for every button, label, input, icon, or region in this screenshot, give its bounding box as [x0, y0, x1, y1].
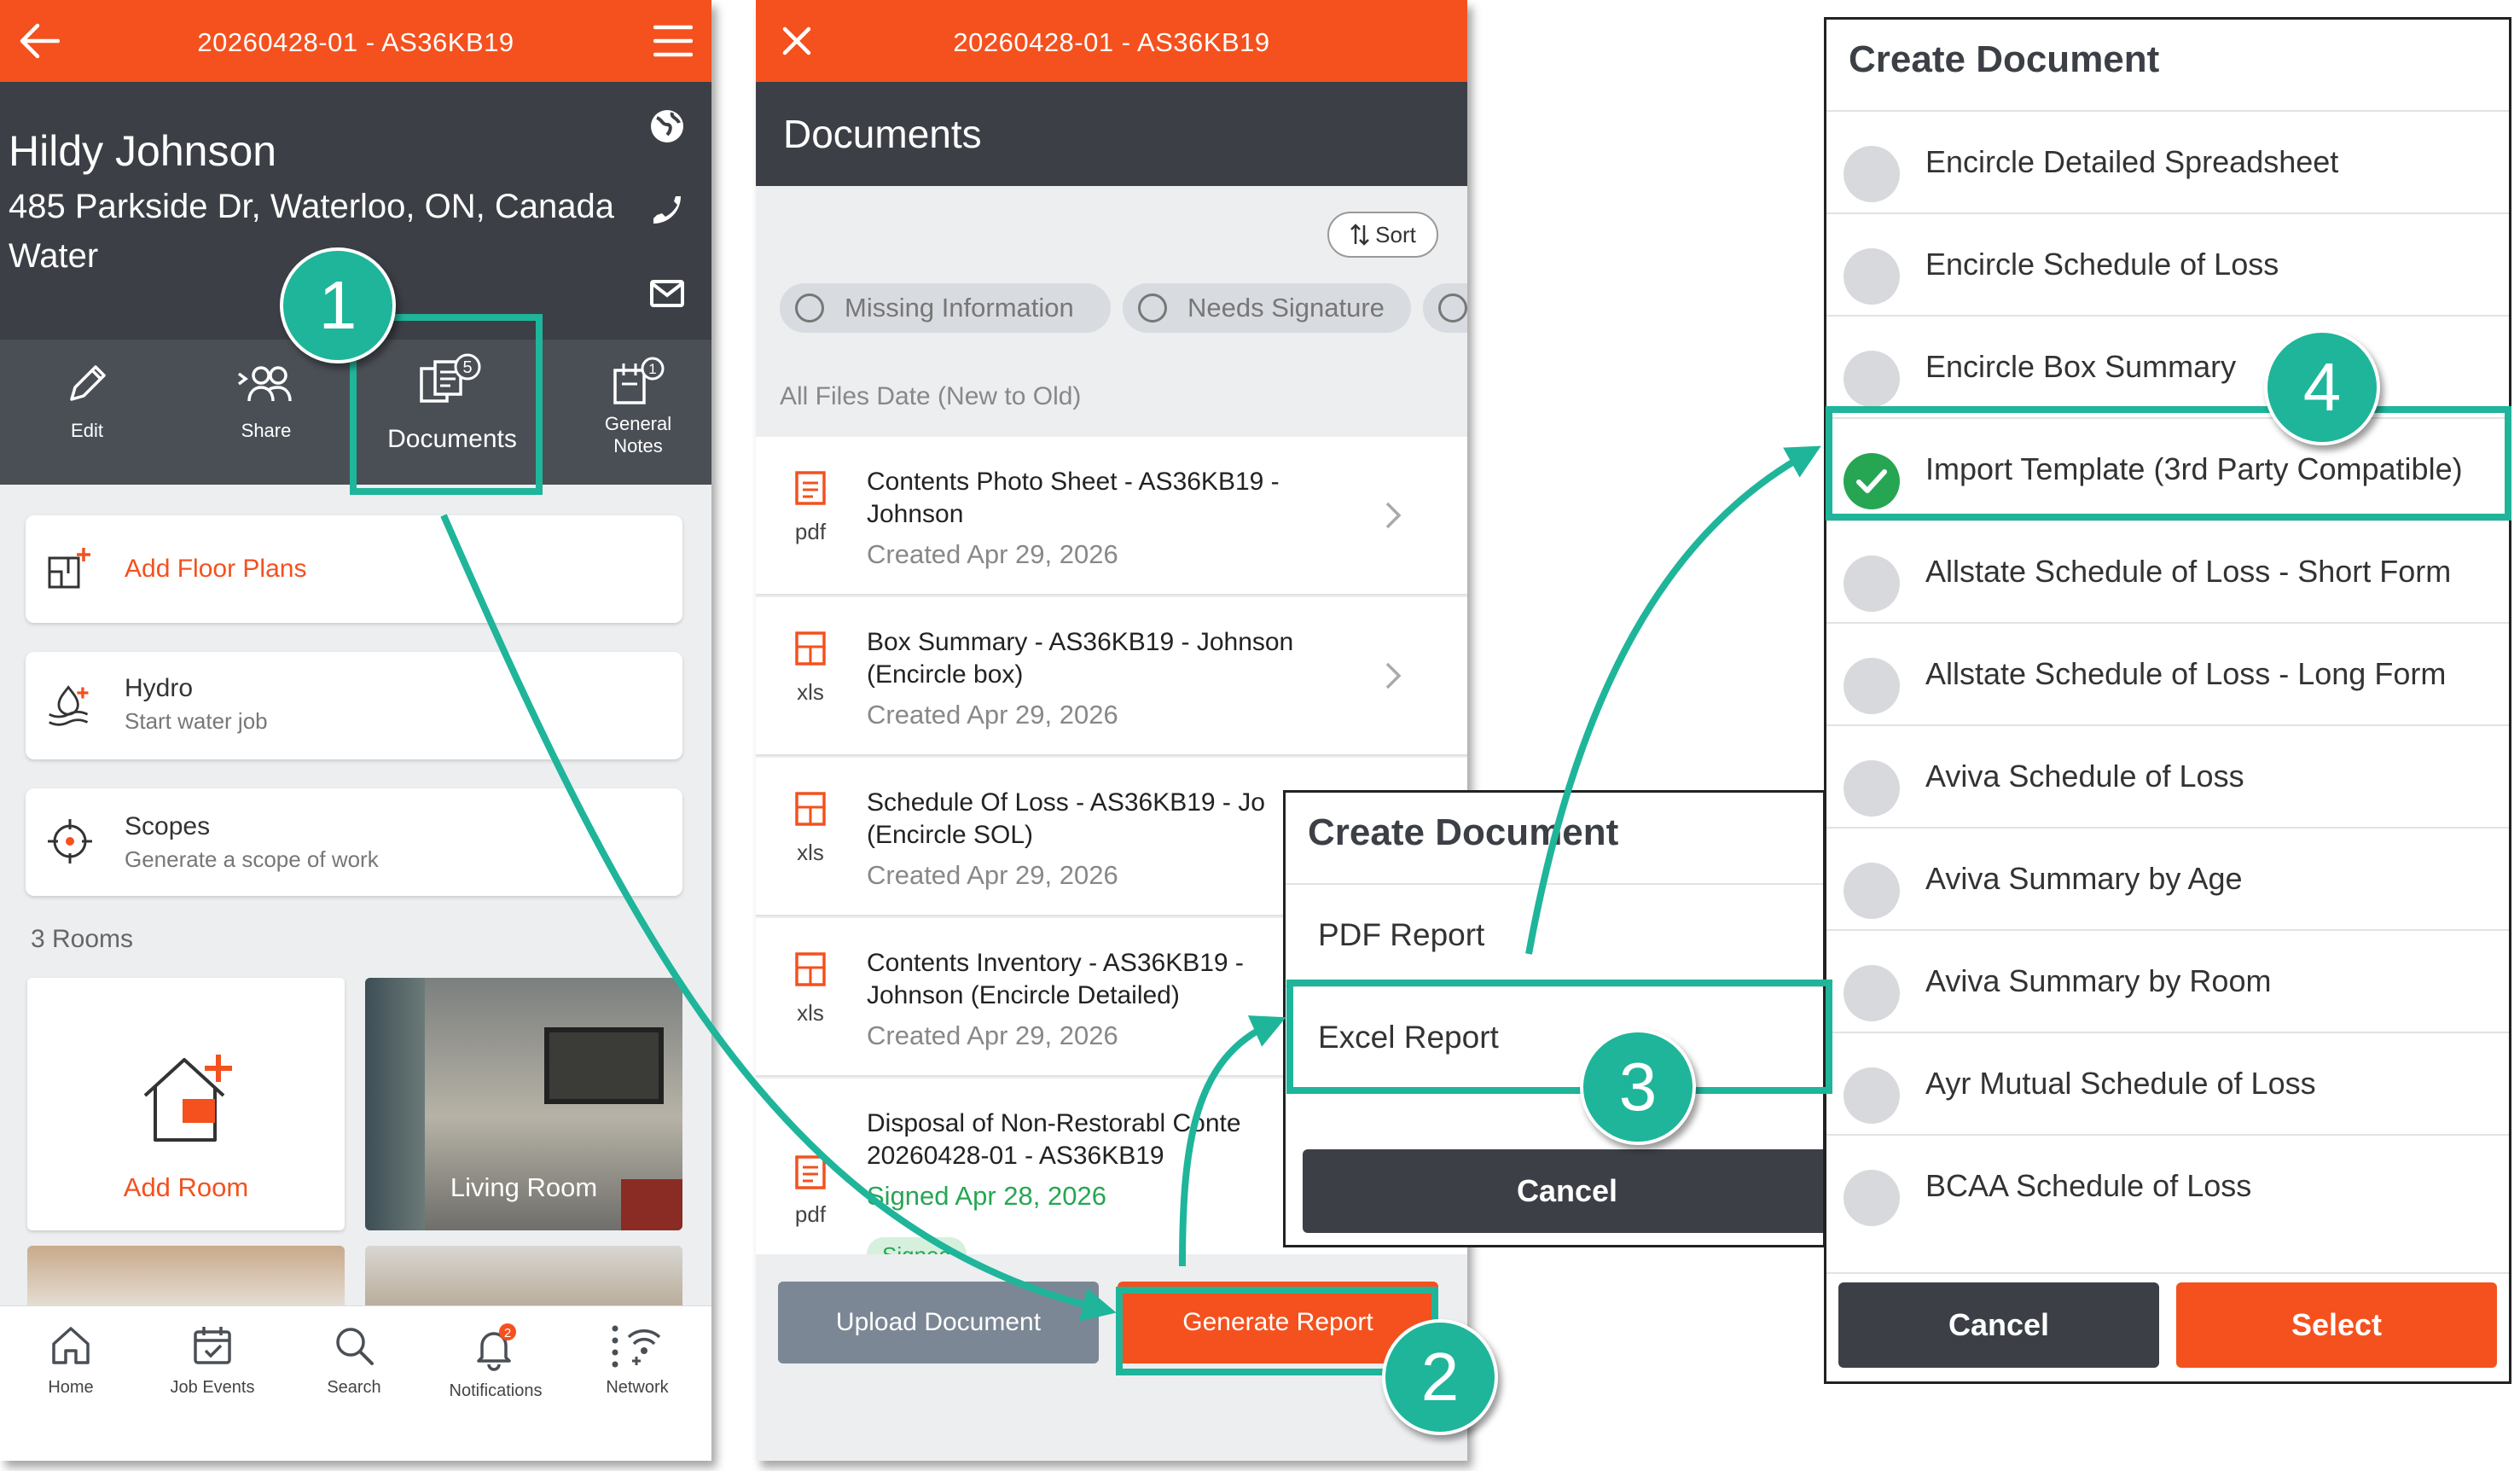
step-4-badge: 4 [2264, 329, 2380, 445]
step-3-badge: 3 [1580, 1029, 1696, 1145]
step-2-badge: 2 [1382, 1319, 1498, 1435]
tutorial-arrows [440, 445, 1821, 1322]
arrow-to-excel-report [1179, 1015, 1286, 1267]
step-1-badge: 1 [280, 247, 396, 363]
arrow-to-generate-report [440, 514, 1117, 1322]
highlight-import-template [1826, 406, 2511, 520]
highlight-excel-report [1286, 980, 1832, 1094]
arrow-to-import-template [1525, 445, 1821, 955]
